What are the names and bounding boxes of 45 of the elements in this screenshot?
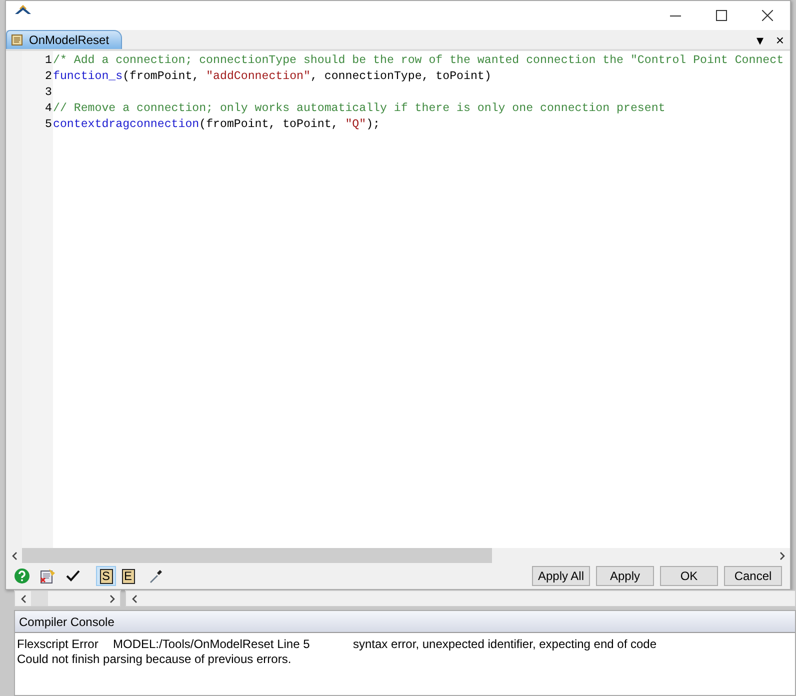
line-number: 1 (44, 53, 53, 69)
code-text: ); (366, 118, 380, 131)
scrollbar-thumb[interactable] (31, 591, 48, 606)
console-message: syntax error, unexpected identifier, expecting end of code (353, 637, 657, 652)
code-text: (fromPoint, toPoint, (199, 118, 340, 131)
code-function: contextdragconnection (53, 118, 200, 131)
code-text: , connectionType, toPoint) (310, 70, 492, 83)
code-text: (fromPoint, (122, 70, 200, 83)
console-message: MODEL:/Tools/OnModelReset Line 5 (113, 637, 311, 652)
scroll-right-icon[interactable] (780, 552, 784, 560)
close-icon[interactable] (762, 10, 772, 21)
checkmark-icon[interactable] (66, 570, 80, 582)
line-number: 2 (44, 69, 53, 85)
dialog-button[interactable]: Apply All (532, 566, 590, 586)
scroll-left-icon[interactable] (20, 594, 26, 602)
console-title: Compiler Console (19, 614, 114, 628)
help-icon[interactable] (14, 568, 30, 584)
app-logo-icon (14, 4, 32, 14)
document-edit-icon[interactable] (40, 568, 56, 584)
code-function: function_s (53, 70, 123, 83)
close-tab-button[interactable]: × (770, 31, 790, 49)
line-number: 4 (44, 101, 53, 117)
code-comment: /* Add a connection; connectionType should be the row of the wanted connection the "Control Point Connect (53, 54, 784, 67)
maximize-icon[interactable] (716, 10, 726, 21)
line-number: 5 (44, 117, 53, 133)
dialog-button[interactable]: Apply (596, 566, 654, 586)
minimize-icon[interactable] (670, 14, 680, 16)
toggle-button[interactable]: S (96, 566, 116, 586)
scroll-right-icon[interactable] (110, 594, 114, 602)
code-string: "addConnection" (206, 70, 310, 83)
line-number: 3 (44, 85, 53, 101)
dialog-button[interactable]: OK (660, 566, 718, 586)
console-message: Flexscript Error (17, 637, 100, 652)
code-string: "Q" (345, 118, 366, 131)
toggle-button[interactable]: E (118, 566, 138, 586)
dropdown-button[interactable]: ▾ (750, 31, 770, 49)
scroll-left-icon[interactable] (132, 594, 136, 602)
dialog-button[interactable]: Cancel (724, 566, 782, 586)
scroll-icon (10, 34, 24, 46)
editor-tab[interactable]: OnModelReset (6, 30, 122, 49)
eyedropper-icon[interactable] (148, 568, 164, 584)
console-message: Could not finish parsing because of previous errors. (17, 652, 292, 667)
scroll-left-icon[interactable] (12, 552, 16, 560)
scrollbar-thumb[interactable] (22, 548, 492, 563)
code-comment: // Remove a connection; only works automatically if there is only one connection present (53, 102, 666, 115)
